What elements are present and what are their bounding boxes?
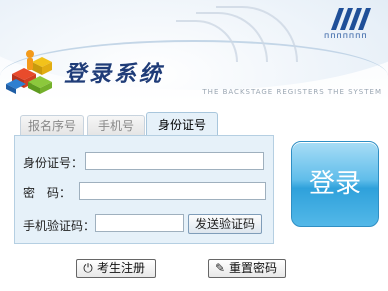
register-button[interactable]: ⏻ 考生注册 (76, 259, 156, 278)
reset-password-button[interactable]: ✎ 重置密码 (208, 259, 286, 278)
power-icon: ⏻ (83, 261, 93, 275)
tab-registration-number[interactable]: 报名序号 (20, 115, 84, 136)
sms-code-label: 手机验证码： (23, 219, 96, 233)
page-title: 登录系统 (64, 61, 165, 87)
login-button[interactable]: 登录 (291, 141, 379, 227)
tab-phone-number[interactable]: 手机号 (87, 115, 145, 136)
tab-id-number[interactable]: 身份证号 (146, 112, 218, 137)
login-form-panel: 身份证号： 密 码： 手机验证码： 发送验证码 (14, 135, 274, 244)
password-label: 密 码： (23, 186, 72, 200)
colored-blocks-logo-icon (6, 50, 52, 94)
decorative-dots: ппппппп (324, 31, 368, 40)
send-code-button[interactable]: 发送验证码 (188, 214, 262, 234)
footer: ⏻ 考生注册 ✎ 重置密码 (0, 258, 388, 291)
page-subtitle: THE BACKSTAGE REGISTERS THE SYSTEM (202, 88, 382, 96)
password-input[interactable] (79, 182, 266, 200)
register-button-label: 考生注册 (97, 261, 146, 275)
sms-code-input[interactable] (95, 214, 184, 232)
id-number-input[interactable] (85, 152, 264, 170)
id-number-label: 身份证号： (23, 156, 84, 170)
header: ппппппп 登录系统 THE BACKSTAGE REGISTERS THE… (0, 0, 388, 106)
slanted-stripes-icon (330, 8, 372, 30)
edit-icon: ✎ (214, 261, 226, 275)
reset-password-label: 重置密码 (229, 261, 278, 275)
